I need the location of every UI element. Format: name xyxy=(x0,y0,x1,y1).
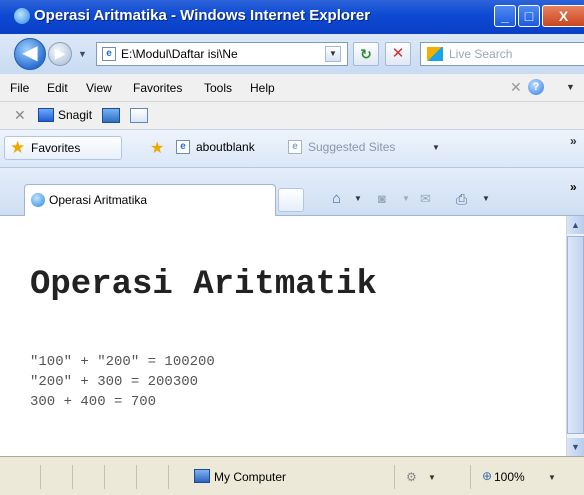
printer-icon[interactable]: ⎙ xyxy=(456,191,467,208)
menu-tools[interactable]: Tools xyxy=(204,81,232,95)
status-divider xyxy=(136,465,137,489)
maximize-icon: □ xyxy=(524,8,534,24)
scroll-thumb[interactable] xyxy=(567,236,584,434)
snagit-capture-icon[interactable] xyxy=(102,108,120,123)
status-divider xyxy=(470,465,471,489)
favorites-button[interactable]: ★ Favorites xyxy=(4,136,122,160)
snagit-button-label[interactable]: Snagit xyxy=(58,108,92,122)
page-content: Operasi Aritmatik "100" + "200" = 100200… xyxy=(0,216,566,456)
close-icon[interactable]: ✕ xyxy=(510,79,522,96)
output-line: 300 + 400 = 700 xyxy=(30,394,157,410)
status-divider xyxy=(168,465,169,489)
home-icon[interactable]: ⌂ xyxy=(332,190,341,207)
snagit-toolbar: ✕ Snagit xyxy=(0,102,584,130)
live-search-icon xyxy=(427,47,443,61)
ie-logo-icon xyxy=(14,8,30,24)
chevron-down-icon[interactable]: ▼ xyxy=(566,82,575,92)
minimize-icon: _ xyxy=(501,8,509,24)
snagit-icon[interactable] xyxy=(38,108,54,122)
suggested-sites-link[interactable]: Suggested Sites xyxy=(308,140,395,154)
close-icon: X xyxy=(558,8,569,24)
search-input[interactable]: Live Search xyxy=(420,42,584,66)
refresh-button[interactable]: ↻ xyxy=(353,42,379,66)
menu-bar: File Edit View Favorites Tools Help ✕ ? … xyxy=(0,74,584,102)
menu-edit[interactable]: Edit xyxy=(47,81,68,95)
maximize-button[interactable]: □ xyxy=(518,5,540,27)
chevron-down-icon[interactable]: ▼ xyxy=(402,194,410,203)
page-icon: e xyxy=(176,140,190,154)
computer-icon xyxy=(194,469,210,483)
status-bar: My Computer ⚙ ▼ ⊕ 100% ▼ xyxy=(0,456,584,495)
vertical-scrollbar[interactable]: ▲ ▼ xyxy=(566,216,584,456)
status-divider xyxy=(104,465,105,489)
zoom-level[interactable]: 100% xyxy=(494,470,525,484)
window-title: Operasi Aritmatika - Windows Internet Ex… xyxy=(34,7,371,24)
address-text[interactable]: E:\Modul\Daftar isi\Ne xyxy=(121,47,321,61)
chevron-down-icon[interactable]: ▼ xyxy=(428,473,436,482)
new-tab-button[interactable] xyxy=(278,188,304,212)
history-dropdown-icon[interactable]: ▼ xyxy=(78,49,87,59)
status-divider xyxy=(394,465,395,489)
more-chevron-icon[interactable]: » xyxy=(570,134,577,148)
menu-help[interactable]: Help xyxy=(250,81,275,95)
menu-favorites[interactable]: Favorites xyxy=(133,81,182,95)
snagit-editor-icon[interactable] xyxy=(130,108,148,123)
back-button[interactable]: ◀ xyxy=(14,38,46,70)
title-bar[interactable]: Operasi Aritmatika - Windows Internet Ex… xyxy=(0,0,584,34)
mail-icon[interactable]: ✉ xyxy=(420,191,431,207)
menu-view[interactable]: View xyxy=(86,81,112,95)
favorites-bar: ★ Favorites ★ e aboutblank e Suggested S… xyxy=(0,130,584,168)
tab-label: Operasi Aritmatika xyxy=(49,193,148,207)
status-divider xyxy=(40,465,41,489)
status-divider xyxy=(72,465,73,489)
close-icon[interactable]: ✕ xyxy=(14,107,26,124)
help-icon[interactable]: ? xyxy=(528,79,544,95)
page-icon: e xyxy=(102,47,116,61)
ie-logo-icon xyxy=(31,193,45,207)
stop-button[interactable]: ✕ xyxy=(385,42,411,66)
chevron-down-icon[interactable]: ▼ xyxy=(482,194,490,203)
favorites-label: Favorites xyxy=(31,141,81,155)
minimize-button[interactable]: _ xyxy=(494,5,516,27)
tab-operasi-aritmatika[interactable]: Operasi Aritmatika xyxy=(24,184,276,216)
address-toolbar: ◀ ▶ ▼ e E:\Modul\Daftar isi\Ne ▼ ↻ ✕ Liv… xyxy=(0,34,584,74)
output-line: "200" + 300 = 200300 xyxy=(30,374,199,390)
rss-icon[interactable]: ◙ xyxy=(378,191,386,206)
scroll-down-button[interactable]: ▼ xyxy=(567,438,584,456)
address-input[interactable]: e E:\Modul\Daftar isi\Ne ▼ xyxy=(96,42,348,66)
chevron-down-icon[interactable]: ▼ xyxy=(432,143,440,152)
page-icon: e xyxy=(288,140,302,154)
add-favorite-icon[interactable]: ★ xyxy=(150,138,164,158)
close-button[interactable]: X xyxy=(542,5,584,27)
search-placeholder[interactable]: Live Search xyxy=(449,47,512,61)
forward-button[interactable]: ▶ xyxy=(48,42,72,66)
scroll-up-button[interactable]: ▲ xyxy=(567,216,584,234)
protected-mode-icon[interactable]: ⚙ xyxy=(406,470,417,484)
tab-bar: Operasi Aritmatika ⌂ ▼ ◙ ▼ ✉ ⎙ ▼ » xyxy=(0,168,584,216)
address-dropdown-button[interactable]: ▼ xyxy=(325,46,341,62)
zoom-icon[interactable]: ⊕ xyxy=(482,469,492,483)
chevron-down-icon[interactable]: ▼ xyxy=(548,473,556,482)
security-zone-label[interactable]: My Computer xyxy=(214,470,286,484)
chevron-down-icon[interactable]: ▼ xyxy=(354,194,362,203)
star-icon: ★ xyxy=(10,138,26,157)
page-heading: Operasi Aritmatik xyxy=(30,266,377,304)
favorite-link-aboutblank[interactable]: aboutblank xyxy=(196,140,255,154)
output-line: "100" + "200" = 100200 xyxy=(30,354,215,370)
more-chevron-icon[interactable]: » xyxy=(570,180,577,194)
menu-file[interactable]: File xyxy=(10,81,29,95)
